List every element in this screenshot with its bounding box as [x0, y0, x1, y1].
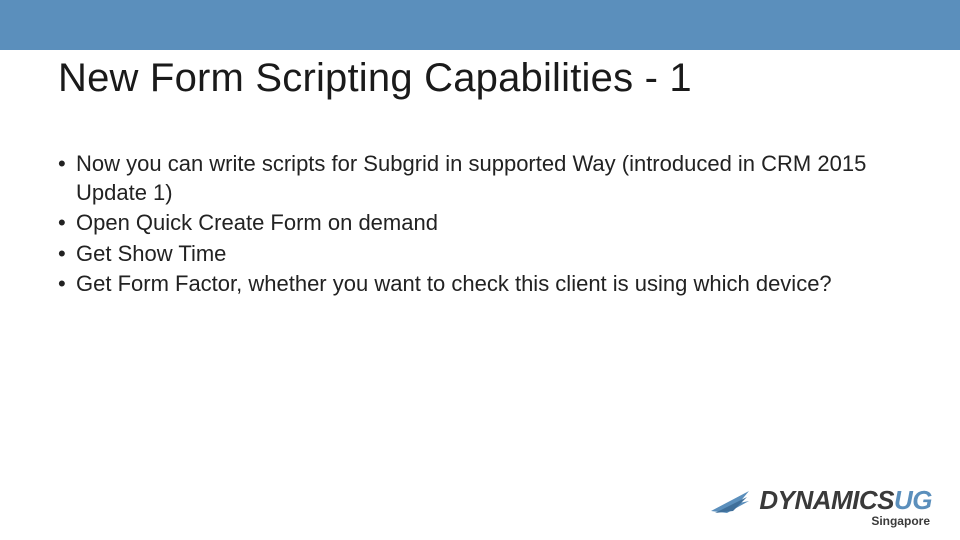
arrow-icon: [709, 487, 753, 515]
list-item: Open Quick Create Form on demand: [58, 209, 902, 238]
logo-wordmark: DYNAMICSUG: [759, 485, 932, 516]
slide-title: New Form Scripting Capabilities - 1: [58, 56, 692, 101]
list-item: Get Form Factor, whether you want to che…: [58, 270, 902, 299]
list-item: Get Show Time: [58, 240, 902, 269]
bullet-list: Now you can write scripts for Subgrid in…: [58, 150, 902, 301]
list-item: Now you can write scripts for Subgrid in…: [58, 150, 902, 207]
header-band: [0, 0, 960, 50]
footer-logo: DYNAMICSUG Singapore: [709, 485, 932, 528]
logo-row: DYNAMICSUG: [709, 485, 932, 516]
logo-text-accent: UG: [894, 485, 932, 515]
logo-subtitle: Singapore: [871, 514, 930, 528]
logo-text-main: DYNAMICS: [759, 485, 894, 515]
